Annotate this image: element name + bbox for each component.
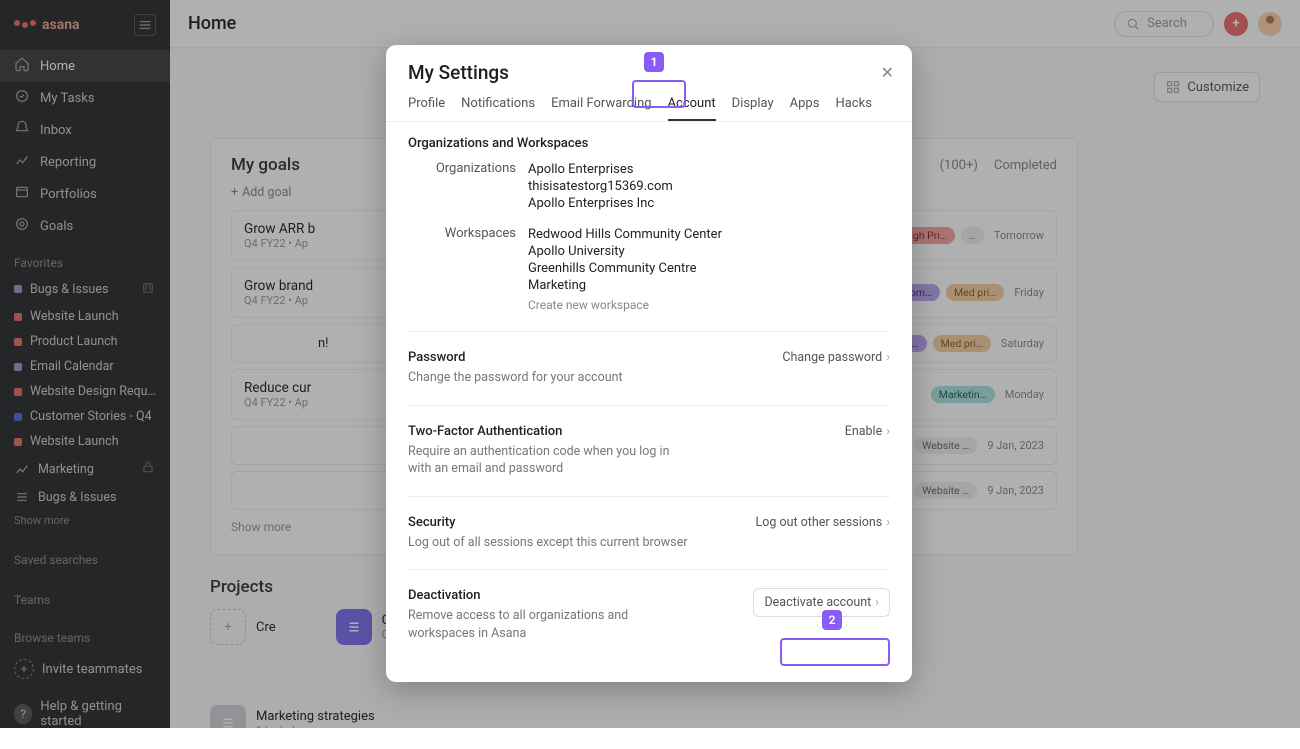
create-workspace-link[interactable]: Create new workspace: [528, 298, 649, 312]
tab-email-forwarding[interactable]: Email Forwarding: [551, 96, 651, 121]
tab-hacks[interactable]: Hacks: [835, 96, 871, 121]
workspace-link[interactable]: Apollo University: [528, 243, 722, 260]
orgs-section-title: Organizations and Workspaces: [408, 136, 890, 151]
tab-account[interactable]: Account: [668, 96, 716, 121]
change-password-label: Change password: [782, 350, 882, 365]
logout-sessions-link[interactable]: Log out other sessions ›: [755, 515, 890, 530]
tab-profile[interactable]: Profile: [408, 96, 445, 121]
workspace-link[interactable]: Redwood Hills Community Center: [528, 226, 722, 243]
tab-notifications[interactable]: Notifications: [461, 96, 535, 121]
deactivate-account-label: Deactivate account: [764, 595, 871, 610]
organization-link[interactable]: Apollo Enterprises Inc: [528, 195, 673, 212]
organizations-label: Organizations: [408, 161, 528, 212]
workspaces-label: Workspaces: [408, 226, 528, 313]
workspace-link[interactable]: Marketing: [528, 277, 722, 294]
tab-display[interactable]: Display: [732, 96, 774, 121]
organization-link[interactable]: Apollo Enterprises: [528, 161, 673, 178]
password-desc: Change the password for your account: [408, 369, 688, 387]
deactivate-account-button[interactable]: Deactivate account ›: [753, 588, 890, 617]
enable-tfa-label: Enable: [845, 424, 883, 439]
chevron-right-icon: ›: [886, 350, 890, 365]
enable-tfa-link[interactable]: Enable ›: [845, 424, 890, 439]
organization-link[interactable]: thisisatestorg15369.com: [528, 178, 673, 195]
tab-apps[interactable]: Apps: [790, 96, 820, 121]
chevron-right-icon: ›: [886, 424, 890, 439]
settings-modal: ✕ My Settings Profile Notifications Email …: [386, 45, 912, 682]
security-desc: Log out of all sessions except this curr…: [408, 534, 741, 552]
security-title: Security: [408, 515, 741, 530]
tfa-desc: Require an authentication code when you …: [408, 443, 688, 478]
change-password-link[interactable]: Change password ›: [782, 350, 890, 365]
workspace-link[interactable]: Greenhills Community Centre: [528, 260, 722, 277]
modal-close-button[interactable]: ✕: [877, 59, 898, 86]
chevron-right-icon: ›: [886, 515, 890, 530]
password-title: Password: [408, 350, 768, 365]
chevron-right-icon: ›: [875, 595, 879, 610]
logout-sessions-label: Log out other sessions: [755, 515, 882, 530]
tfa-title: Two-Factor Authentication: [408, 424, 831, 439]
deactivation-title: Deactivation: [408, 588, 739, 603]
deactivation-desc: Remove access to all organizations and w…: [408, 607, 688, 642]
modal-title: My Settings: [408, 61, 890, 84]
